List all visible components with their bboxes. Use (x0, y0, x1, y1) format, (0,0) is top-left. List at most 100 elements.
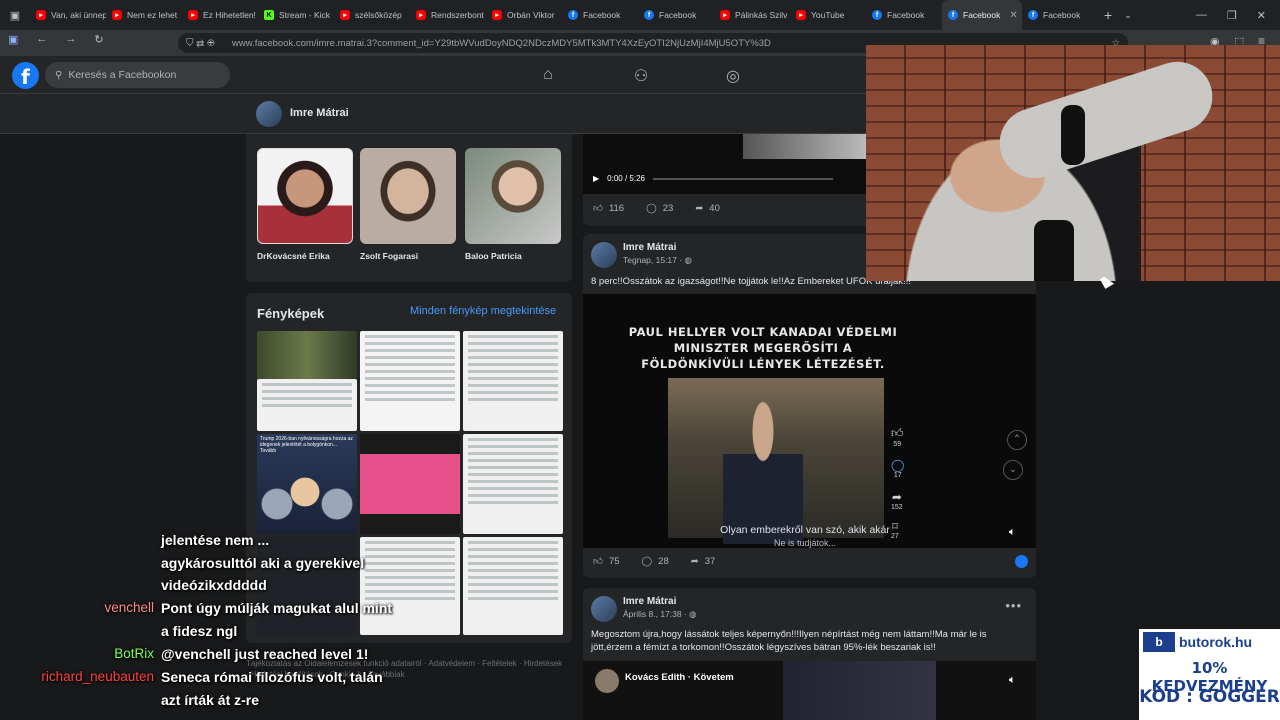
friend-name[interactable]: Zsolt Fogarasi (360, 251, 456, 261)
browser-tab[interactable]: K Stream - Kick (258, 0, 334, 30)
facebook-icon: f (644, 10, 654, 20)
browser-tab[interactable]: ▸ Nem ez lehet (106, 0, 182, 30)
site-info-icon[interactable]: ⛉ ⇄ ⊕ (186, 38, 215, 49)
browser-tab[interactable]: ▸ Ez Hihetetlen! (182, 0, 258, 30)
reel-video-player[interactable]: PAUL HELLYER VOLT KANADAI VÉDELMI MINISZ… (583, 294, 1036, 548)
friend-tile[interactable]: Baloo Patricia (465, 148, 561, 261)
photo-thumbnail[interactable] (360, 434, 460, 534)
play-icon[interactable]: ▶ (593, 174, 599, 183)
youtube-icon: ▸ (112, 10, 122, 20)
friend-name[interactable]: DrKovácsné Erika (257, 251, 353, 261)
maximize-icon[interactable]: ❐ (1227, 9, 1237, 22)
new-tab-button[interactable]: + (1098, 0, 1118, 30)
photo-thumbnail[interactable] (257, 331, 357, 379)
forward-arrow-icon[interactable]: → (65, 33, 76, 46)
share-button[interactable]: ➦ 40 (695, 203, 720, 214)
reaction-icon[interactable] (1015, 555, 1028, 568)
post-meta: Tegnap, 15:17 · ◍ (623, 255, 692, 266)
facebook-search-input[interactable]: ⚲ Keresés a Facebookon (45, 62, 230, 88)
tab-label: Pálinkás Szilv (735, 10, 788, 20)
photos-card: Fényképek Minden fénykép megtekintése Tr… (246, 293, 572, 643)
photo-thumbnail[interactable] (463, 331, 563, 431)
shared-video[interactable]: Kovács Edith · Követem 🔈︎ (583, 661, 1036, 720)
headset (1061, 105, 1085, 165)
profile-header-bar: Imre Mátrai (0, 94, 866, 134)
friend-photo[interactable] (465, 148, 561, 244)
post-text-line: Megosztom újra,hogy lássátok teljes képe… (591, 629, 987, 640)
post-date[interactable]: Tegnap, 15:17 · (623, 255, 684, 265)
back-arrow-icon[interactable]: ← (36, 33, 47, 46)
groups-icon[interactable]: ◎ (723, 66, 743, 86)
friends-icon[interactable]: ⚇ (631, 66, 651, 86)
friend-name[interactable]: Baloo Patricia (465, 251, 561, 261)
comment-button[interactable]: ◯ 28 (642, 556, 669, 567)
share-icon: ➦ (690, 555, 699, 567)
mute-icon[interactable]: 🔈︎ (1009, 526, 1016, 539)
browser-tab[interactable]: ▸ Rendszerbont (410, 0, 486, 30)
microphone (1034, 220, 1074, 281)
mute-icon[interactable]: 🔈︎ (1009, 674, 1016, 687)
browser-tab[interactable]: ▸ szélsőközép (334, 0, 410, 30)
reel-save-button[interactable]: ⌑ 27 (891, 520, 899, 540)
chat-text: @venchell just reached level 1! (161, 646, 369, 662)
comment-icon: ◯ (646, 202, 657, 214)
friend-photo[interactable] (360, 148, 456, 244)
chat-text: agykárosulttól aki a gyerekivel (161, 555, 365, 571)
browser-tab[interactable]: f Facebook (866, 0, 942, 30)
browser-tab[interactable]: ▸ Van, aki ünnep (30, 0, 106, 30)
browser-tab[interactable]: ▸ YouTube (790, 0, 866, 30)
close-tab-icon[interactable]: ✕ (1009, 10, 1017, 21)
shared-author[interactable]: Kovács Edith · Követem (625, 672, 734, 683)
home-icon[interactable]: ⌂ (538, 66, 558, 86)
tab-list-chevron-icon[interactable]: ⌄ (1118, 0, 1138, 30)
photo-thumbnail[interactable] (463, 434, 563, 534)
reload-icon[interactable]: ↻ (94, 33, 103, 46)
photo-thumbnail[interactable] (360, 537, 460, 635)
chat-username: richard_neubauten (41, 669, 154, 684)
profile-name[interactable]: Imre Mátrai (290, 107, 349, 119)
post-author-avatar[interactable] (591, 596, 617, 622)
tab-label: Facebook (583, 10, 621, 20)
post-author-avatar[interactable] (591, 242, 617, 268)
sponsor-logo-icon: b (1143, 632, 1175, 652)
tab-actions-icon[interactable]: ▣ (0, 0, 30, 30)
browser-tab[interactable]: ▸ Orbán Viktor (486, 0, 562, 30)
facebook-logo-icon[interactable]: f (12, 62, 39, 89)
like-button[interactable]: 👍︎ 75 (593, 555, 620, 568)
post-options-icon[interactable]: ••• (1005, 598, 1022, 613)
comment-button[interactable]: ◯ 23 (646, 203, 673, 214)
photo-thumbnail[interactable] (360, 331, 460, 431)
reel-prev-icon[interactable]: ⌃ (1007, 430, 1027, 450)
minimize-icon[interactable]: — (1196, 9, 1207, 22)
top-video-player[interactable]: ▶ 0:00 / 5:26 (583, 134, 866, 194)
sidebar-toggle-icon[interactable]: ▣ (8, 33, 18, 46)
post-author[interactable]: Imre Mátrai (623, 596, 676, 607)
browser-tab[interactable]: f Facebook (638, 0, 714, 30)
share-button[interactable]: ➦ 37 (691, 556, 716, 567)
photo-thumbnail[interactable] (257, 379, 357, 431)
reel-share-button[interactable]: ➦ 152 (891, 490, 903, 511)
video-overlay-title: PAUL HELLYER VOLT KANADAI VÉDELMI MINISZ… (583, 324, 943, 372)
video-progress[interactable] (652, 177, 833, 180)
close-window-icon[interactable]: ✕ (1257, 9, 1266, 22)
browser-tab[interactable]: f Facebook (1022, 0, 1098, 30)
friend-photo[interactable] (257, 148, 353, 244)
reel-next-icon[interactable]: ⌄ (1003, 460, 1023, 480)
shared-author-avatar[interactable] (595, 669, 619, 693)
post-date[interactable]: Április 8., 17:38 · (623, 609, 689, 619)
reel-comment-button[interactable]: ◯ 17 (891, 458, 904, 479)
photo-thumbnail[interactable] (463, 537, 563, 635)
photo-thumbnail[interactable]: Trump 2026-ban nyilvánosságra hozza az i… (257, 434, 357, 534)
browser-tab[interactable]: f Facebook (562, 0, 638, 30)
profile-avatar[interactable] (256, 101, 282, 127)
browser-tab[interactable]: ▸ Pálinkás Szilv (714, 0, 790, 30)
reel-like-button[interactable]: 👍︎ 59 (891, 426, 904, 448)
see-all-photos-link[interactable]: Minden fénykép megtekintése (410, 305, 556, 317)
like-button[interactable]: 👍︎ 116 (593, 202, 624, 215)
browser-tab[interactable]: f Facebook ✕ (942, 0, 1022, 30)
stream-chat: jelentése nem ... agykárosulttól aki a gy… (0, 0, 392, 708)
post-author[interactable]: Imre Mátrai (623, 242, 676, 253)
photo-thumbnail[interactable] (257, 537, 357, 635)
friend-tile[interactable]: DrKovácsné Erika (257, 148, 353, 261)
friend-tile[interactable]: Zsolt Fogarasi (360, 148, 456, 261)
